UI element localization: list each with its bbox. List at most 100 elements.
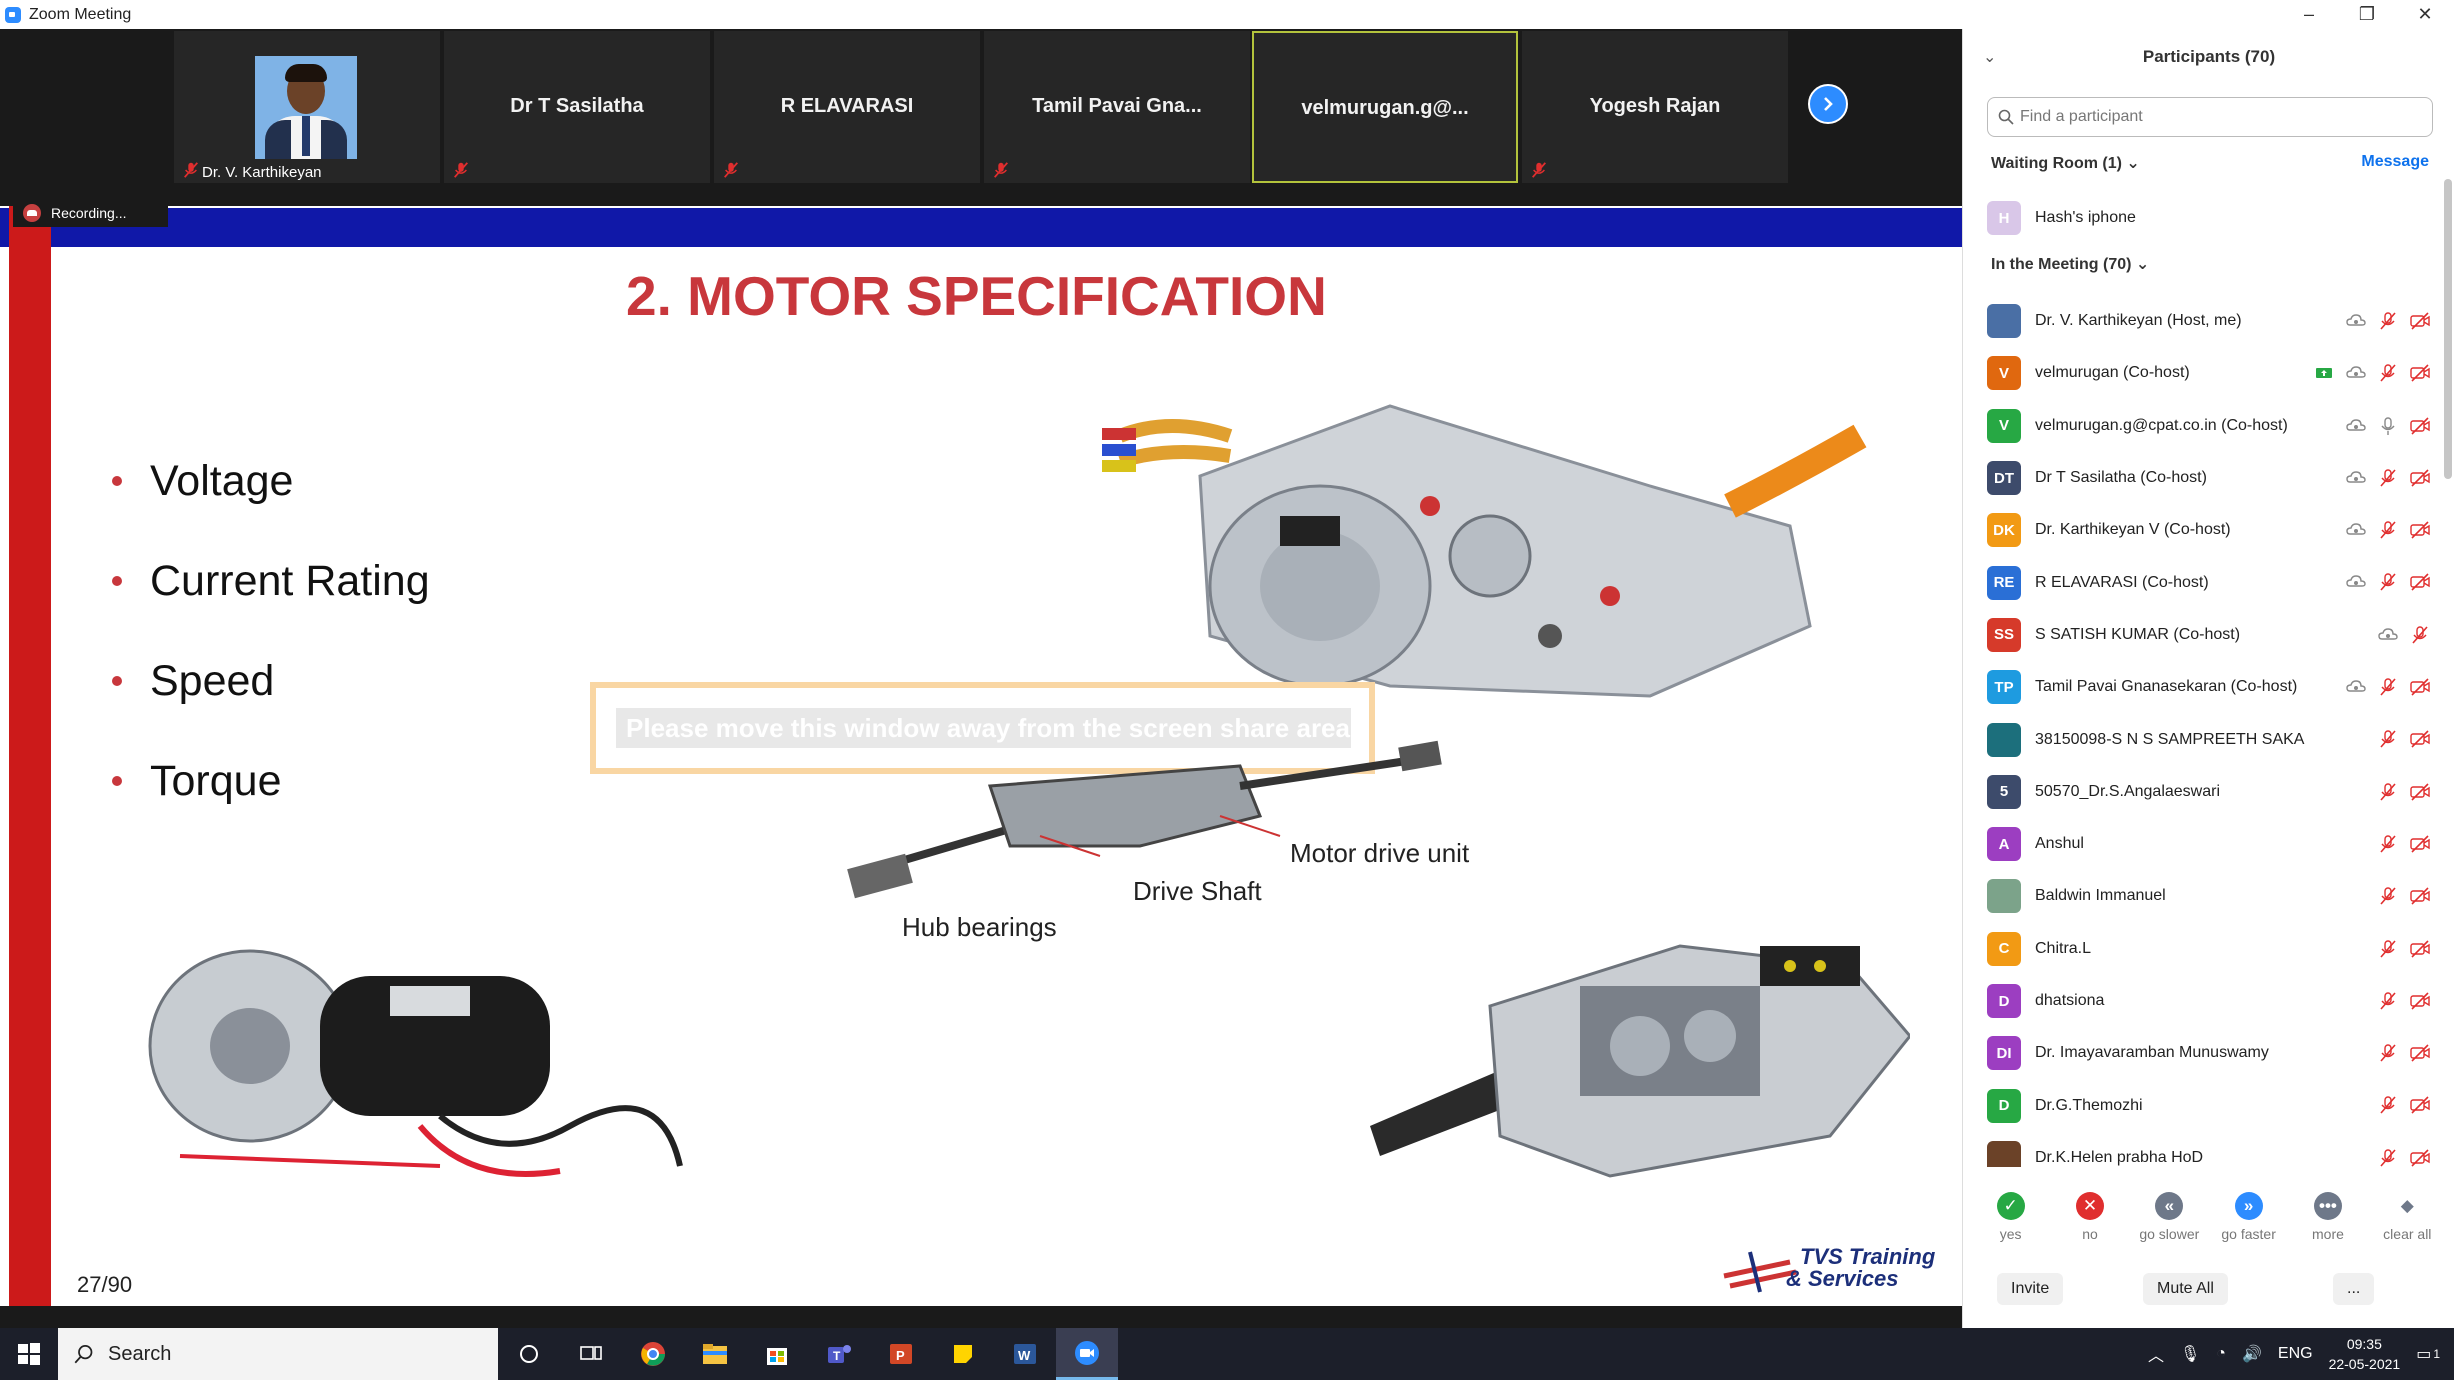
avatar: C — [1987, 931, 2021, 966]
word-icon[interactable]: W — [994, 1328, 1056, 1380]
participant-row[interactable]: 5 50570_Dr.S.Angalaeswari — [1963, 766, 2445, 818]
video-tile-name: Dr. V. Karthikeyan — [202, 164, 322, 181]
close-button[interactable]: ✕ — [2396, 0, 2454, 29]
participant-name: Dr.K.Helen prabha HoD — [2035, 1148, 2204, 1166]
reaction-go-slower[interactable]: « go slower — [2133, 1192, 2205, 1262]
slide-page-number: 27/90 — [77, 1272, 133, 1297]
participant-row[interactable]: Baldwin Immanuel — [1963, 870, 2445, 922]
participant-row[interactable]: Dr. V. Karthikeyan (Host, me) — [1963, 295, 2445, 347]
video-off-icon — [2410, 469, 2430, 487]
video-tile-active-speaker[interactable]: velmurugan.g@... — [1252, 31, 1518, 183]
waiting-room-header[interactable]: Waiting Room (1) ⌄ — [1991, 153, 2140, 173]
window-titlebar: Zoom Meeting – ❐ ✕ — [0, 0, 2454, 29]
notification-center-icon[interactable]: ▭ 1 — [2416, 1344, 2440, 1364]
minimize-button[interactable]: – — [2280, 0, 2338, 29]
participant-photo — [255, 56, 357, 159]
teams-icon[interactable]: T — [808, 1328, 870, 1380]
avatar: 5 — [1987, 774, 2021, 809]
svg-text:T: T — [833, 1349, 841, 1363]
zoom-taskbar-icon[interactable] — [1056, 1328, 1118, 1380]
reaction-label: go faster — [2221, 1226, 2276, 1242]
powerpoint-icon[interactable]: P — [870, 1328, 932, 1380]
participant-row[interactable]: D Dr.G.Themozhi — [1963, 1079, 2445, 1131]
video-off-icon — [2410, 678, 2430, 696]
reaction-yes[interactable]: ✓ yes — [1975, 1192, 2047, 1262]
video-off-icon — [2410, 521, 2430, 539]
video-tile-name: velmurugan.g@... — [1301, 97, 1469, 119]
go-slower-icon: « — [2155, 1192, 2184, 1220]
mute-all-button[interactable]: Mute All — [2143, 1273, 2228, 1305]
participant-row[interactable]: DK Dr. Karthikeyan V (Co-host) — [1963, 504, 2445, 556]
windows-logo-icon — [18, 1343, 40, 1365]
chevron-right-icon — [1824, 97, 1833, 111]
participant-list-scrollbar[interactable] — [2444, 179, 2452, 479]
svg-text:P: P — [896, 1348, 905, 1363]
participant-row[interactable]: DT Dr T Sasilatha (Co-host) — [1963, 452, 2445, 504]
video-tile[interactable]: Dr T Sasilatha — [444, 31, 710, 183]
participant-row[interactable]: Vvelmurugan (Co-host) — [1963, 347, 2445, 399]
reaction-more[interactable]: ••• more — [2292, 1192, 2364, 1262]
participant-search-input[interactable]: Find a participant — [1987, 97, 2433, 137]
participant-row[interactable]: RE R ELAVARASI (Co-host) — [1963, 556, 2445, 608]
bullet-item: Torque — [112, 731, 430, 831]
video-tile[interactable]: Yogesh Rajan — [1522, 31, 1788, 183]
video-strip: Dr. V. Karthikeyan Dr T Sasilatha R ELAV… — [0, 29, 1962, 206]
next-page-button[interactable] — [1808, 84, 1848, 124]
avatar: H — [1987, 201, 2021, 235]
video-tile[interactable]: Tamil Pavai Gna... — [984, 31, 1250, 183]
recording-indicator[interactable]: Recording... — [13, 199, 168, 227]
avatar: D — [1987, 1088, 2021, 1123]
more-options-button[interactable]: ... — [2333, 1273, 2375, 1305]
participant-name: dhatsiona — [2035, 992, 2105, 1009]
avatar: A — [1987, 827, 2021, 862]
muted-mic-icon — [2380, 1096, 2396, 1114]
microphone-tray-icon[interactable]: 🎙 — [2180, 1344, 2200, 1364]
file-explorer-icon[interactable] — [684, 1328, 746, 1380]
reaction-go-faster[interactable]: » go faster — [2213, 1192, 2285, 1262]
cloud-record-icon — [2346, 680, 2366, 692]
participant-row[interactable]: SS S SATISH KUMAR (Co-host) — [1963, 609, 2445, 661]
network-icon[interactable]: ◔ — [2216, 1345, 2226, 1363]
waiting-room-message-button[interactable]: Message — [2361, 153, 2429, 171]
video-tile[interactable]: R ELAVARASI — [714, 31, 980, 183]
clock[interactable]: 09:35 22-05-2021 — [2329, 1334, 2401, 1374]
yes-icon: ✓ — [1996, 1192, 2025, 1220]
muted-mic-icon — [2380, 939, 2396, 958]
chevron-up-icon[interactable]: ︿ — [2148, 1342, 2164, 1366]
bullet-item: Voltage — [112, 431, 430, 531]
participant-row[interactable]: DI Dr. Imayavaramban Munuswamy — [1963, 1027, 2445, 1079]
reaction-clear-all[interactable]: ◆ clear all — [2371, 1192, 2443, 1262]
waiting-participant-row[interactable]: H Hash's iphone — [1987, 201, 2136, 235]
participant-row[interactable]: 38150098-S N S SAMPREETH SAKA — [1963, 713, 2445, 765]
invite-button[interactable]: Invite — [1997, 1273, 2064, 1305]
restore-button[interactable]: ❐ — [2338, 0, 2396, 29]
participant-row[interactable]: TP Tamil Pavai Gnanasekaran (Co-host) — [1963, 661, 2445, 713]
store-icon[interactable] — [746, 1328, 808, 1380]
video-tile-name: Dr T Sasilatha — [510, 95, 644, 117]
avatar-photo — [1987, 1140, 2021, 1167]
participant-name: velmurugan (Co-host) — [2035, 364, 2190, 382]
participant-row[interactable]: C Chitra.L — [1963, 923, 2445, 975]
in-meeting-header[interactable]: In the Meeting (70) ⌄ — [1991, 254, 2149, 274]
participant-row[interactable]: Dr.K.Helen prabha HoD — [1963, 1132, 2445, 1167]
video-off-icon — [2410, 783, 2430, 801]
reaction-no[interactable]: ✕ no — [2054, 1192, 2126, 1262]
reaction-label: yes — [1999, 1226, 2022, 1242]
language-indicator[interactable]: ENG — [2278, 1345, 2313, 1363]
task-view-icon[interactable] — [560, 1328, 622, 1380]
participant-name: R ELAVARASI (Co-host) — [2035, 573, 2209, 591]
participant-row[interactable]: Vvelmurugan.g@cpat.co.in (Co-host) — [1963, 400, 2445, 452]
start-button[interactable] — [0, 1328, 58, 1380]
avatar: V — [1987, 356, 2021, 391]
muted-mic-icon — [2380, 678, 2396, 696]
taskbar-search-box[interactable]: Search — [58, 1328, 498, 1380]
video-tile[interactable]: Dr. V. Karthikeyan — [174, 31, 440, 183]
sticky-notes-icon[interactable] — [932, 1328, 994, 1380]
video-off-icon — [2410, 730, 2430, 748]
cortana-icon[interactable] — [498, 1328, 560, 1380]
chrome-icon[interactable] — [622, 1328, 684, 1380]
volume-icon[interactable]: 🔊 — [2242, 1344, 2262, 1364]
participant-row[interactable]: Ddhatsiona — [1963, 975, 2445, 1027]
participant-name: Dr. V. Karthikeyan (Host, me) — [2035, 312, 2242, 330]
participant-row[interactable]: A Anshul — [1963, 818, 2445, 870]
